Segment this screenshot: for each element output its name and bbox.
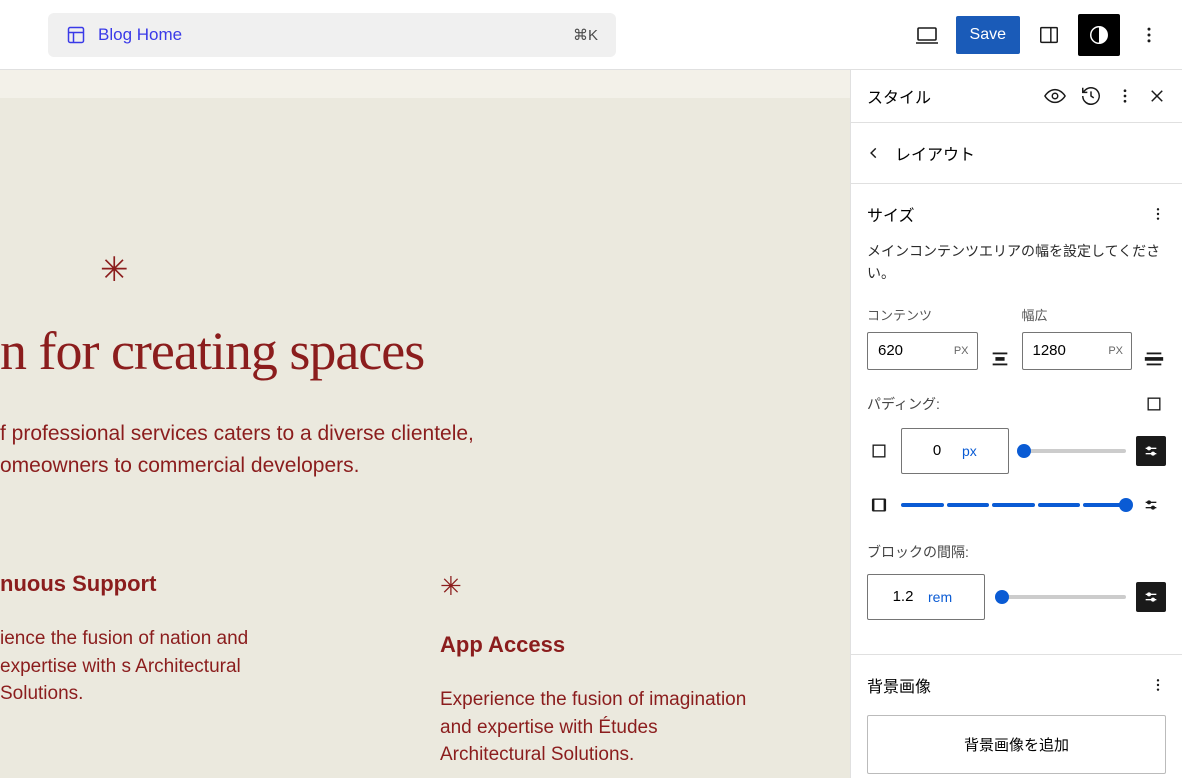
settings-icon[interactable] <box>1136 436 1166 466</box>
section-title: サイズ <box>867 202 915 226</box>
padding-label: パディング: <box>867 394 940 414</box>
eye-icon[interactable] <box>1044 85 1066 107</box>
more-icon[interactable] <box>1116 87 1134 105</box>
padding-input[interactable]: px <box>901 428 1009 474</box>
section-description: メインコンテンツエリアの幅を設定してください。 <box>867 240 1166 285</box>
wide-width-label: 幅広 <box>1022 305 1133 324</box>
feature-column: ✳ App Access Experience the fusion of im… <box>440 571 760 769</box>
settings-sidebar: スタイル レイアウト サイズ メインコンテンツエリアの幅を設定してください。 コ… <box>850 70 1182 778</box>
more-icon[interactable] <box>1150 677 1166 693</box>
padding-slider[interactable] <box>1019 449 1126 453</box>
save-button[interactable]: Save <box>956 16 1020 54</box>
sidebar-header: スタイル <box>851 70 1182 123</box>
add-background-button[interactable]: 背景画像を追加 <box>867 715 1166 774</box>
column-title: App Access <box>440 632 760 658</box>
content-width-label: コンテンツ <box>867 305 978 324</box>
align-center-icon[interactable] <box>988 346 1012 370</box>
panel-toggle-icon[interactable] <box>1028 14 1070 56</box>
close-icon[interactable] <box>1148 87 1166 105</box>
sidebar-breadcrumb: レイアウト <box>851 123 1182 184</box>
back-icon[interactable] <box>867 146 881 160</box>
horizontal-icon[interactable] <box>867 493 891 517</box>
align-wide-icon[interactable] <box>1142 346 1166 370</box>
background-section: 背景画像 背景画像を追加 <box>851 655 1182 778</box>
settings-icon[interactable] <box>1136 490 1166 520</box>
hero-title: n for creating spaces <box>0 320 810 382</box>
breadcrumb[interactable]: Blog Home ⌘K <box>48 13 616 57</box>
column-body: Experience the fusion of imagination and… <box>440 686 760 769</box>
hero-body: f professional services caters to a dive… <box>0 418 560 481</box>
block-gap-label: ブロックの間隔: <box>867 542 969 562</box>
styles-icon[interactable] <box>1078 14 1120 56</box>
breadcrumb-shortcut: ⌘K <box>573 26 598 44</box>
block-gap-slider[interactable] <box>995 595 1126 599</box>
column-title: nuous Support <box>0 571 320 597</box>
wide-width-input[interactable]: PX <box>1022 332 1133 370</box>
box-icon[interactable] <box>867 439 891 463</box>
content-width-input[interactable]: PX <box>867 332 978 370</box>
padding-sides-icon[interactable] <box>1142 392 1166 416</box>
settings-icon[interactable] <box>1136 582 1166 612</box>
topbar-actions: Save <box>906 14 1170 56</box>
block-gap-input[interactable]: rem <box>867 574 985 620</box>
size-section: サイズ メインコンテンツエリアの幅を設定してください。 コンテンツ PX 幅広 <box>851 184 1182 655</box>
more-icon[interactable] <box>1150 206 1166 222</box>
top-bar: Blog Home ⌘K Save <box>0 0 1182 70</box>
more-icon[interactable] <box>1128 14 1170 56</box>
sidebar-title: スタイル <box>867 84 1044 108</box>
history-icon[interactable] <box>1080 85 1102 107</box>
bg-section-title: 背景画像 <box>867 673 931 697</box>
breadcrumb-label: Blog Home <box>98 25 573 45</box>
device-icon[interactable] <box>906 14 948 56</box>
layout-icon <box>66 25 86 45</box>
star-icon: ✳ <box>440 571 760 602</box>
editor-canvas[interactable]: ✳ n for creating spaces f professional s… <box>0 70 850 778</box>
feature-column: nuous Support ience the fusion of nation… <box>0 571 320 769</box>
star-icon: ✳ <box>100 250 810 290</box>
sidebar-sub-label: レイアウト <box>895 141 975 165</box>
column-body: ience the fusion of nation and expertise… <box>0 625 320 708</box>
padding-horizontal-slider[interactable] <box>901 503 1126 507</box>
